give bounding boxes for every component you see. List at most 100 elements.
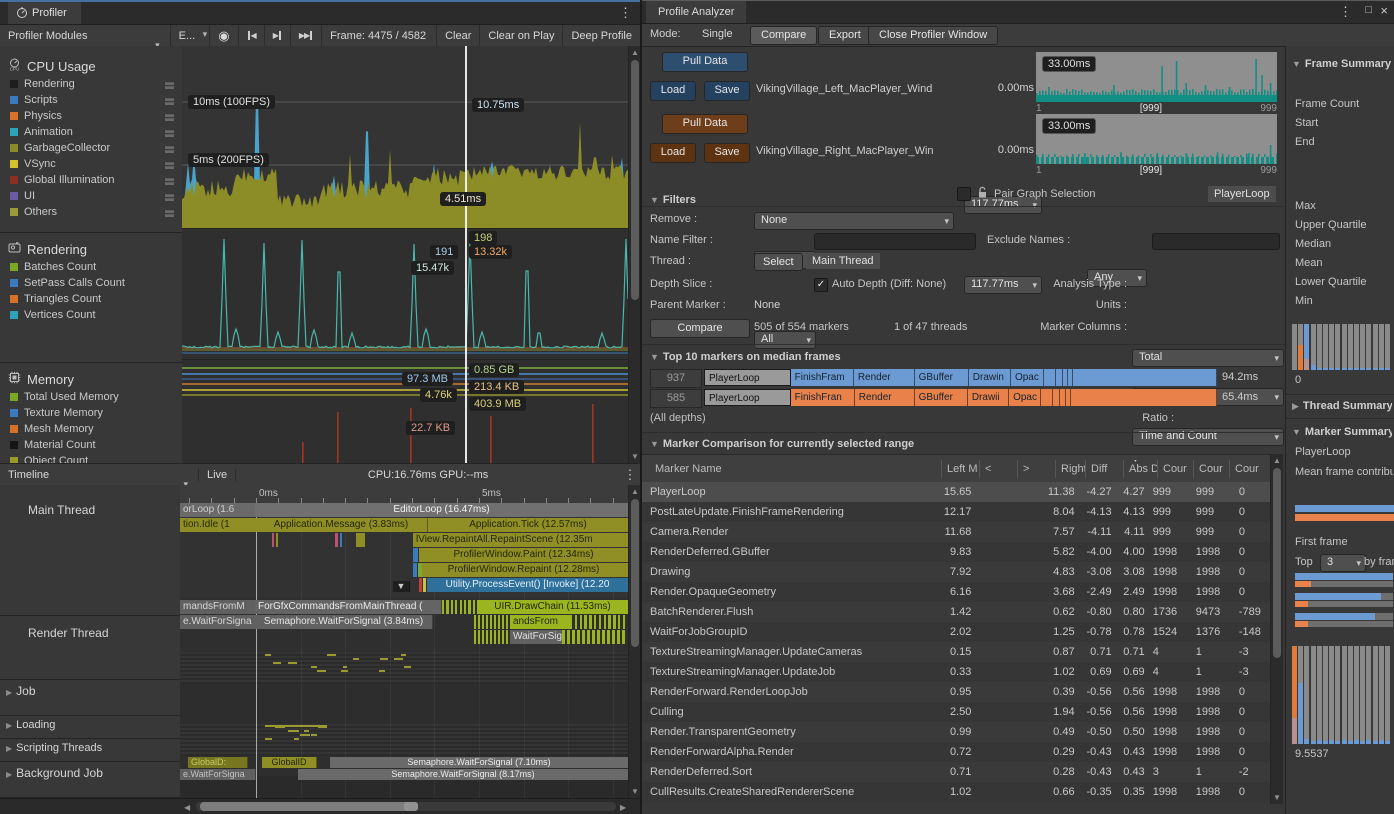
frame-index-box[interactable]: 937 [650, 369, 702, 388]
scroll-thumb[interactable] [1273, 468, 1281, 658]
scroll-down-icon[interactable]: ▼ [629, 787, 640, 796]
timeline-span[interactable]: ProfilerWindow.Paint (12.34ms) [419, 548, 628, 562]
drag-handle-icon[interactable]: ▬▬ [165, 112, 174, 120]
foldout-arrow-icon[interactable]: ▶ [6, 688, 12, 697]
column-header[interactable]: < [979, 460, 1017, 478]
analysis-type-dropdown[interactable]: Total [1132, 349, 1284, 367]
timeline-span[interactable]: mandsFromM [180, 600, 256, 614]
table-row[interactable]: BatchRenderer.Flush 1.42 0.62 -0.80 0.80… [642, 602, 1270, 622]
marker-columns-dropdown[interactable]: Time and Count [1132, 428, 1284, 446]
table-row[interactable]: Render.OpaqueGeometry 6.16 3.68 -2.49 2.… [642, 582, 1270, 602]
column-header[interactable]: Left M [941, 460, 979, 478]
top10-marker-segment[interactable]: Opac [1011, 369, 1044, 386]
drag-handle-icon[interactable]: ▬▬ [165, 192, 174, 200]
comparison-table-header[interactable]: Marker NameLeft M<>RightDiff▼Abs DCourCo… [642, 454, 1271, 484]
top10-marker-segment[interactable]: PlayerLoop [704, 369, 791, 386]
scroll-up-icon[interactable]: ▲ [1271, 456, 1283, 465]
name-filter-input[interactable] [814, 233, 976, 250]
timeline-span[interactable]: EditorLoop (16.47ms) [255, 503, 628, 517]
table-row[interactable]: CullResults.CreateSharedRendererScene 1.… [642, 782, 1270, 802]
top10-marker-segment[interactable] [1073, 369, 1217, 386]
module-item[interactable]: Physics ▬▬ [0, 108, 182, 124]
scroll-up-icon[interactable]: ▲ [629, 48, 640, 57]
module-item[interactable]: GarbageCollector ▬▬ [0, 140, 182, 156]
top10-marker-segment[interactable]: Drawin [969, 369, 1011, 386]
top10-marker-segment[interactable]: Render [855, 389, 915, 406]
profiler-modules-dropdown[interactable]: Profiler Modules [0, 25, 171, 46]
table-row[interactable]: RenderForwardAlpha.Render 0.72 0.29 -0.4… [642, 742, 1270, 762]
timeline-span[interactable]: Semaphore.WaitForSignal (7.10ms) [330, 757, 628, 768]
drag-handle-icon[interactable]: ▬▬ [165, 96, 174, 104]
scroll-thumb[interactable] [200, 802, 415, 811]
column-header[interactable]: Right [1055, 460, 1085, 478]
timeline-span[interactable]: WaitForSig [510, 630, 563, 644]
top10-marker-segment[interactable] [1041, 389, 1053, 406]
tab-profiler[interactable]: Profiler [8, 2, 81, 24]
timeline-span[interactable]: GlobalID [262, 757, 317, 768]
clear-button[interactable]: Clear [437, 25, 480, 46]
top-n-dropdown[interactable]: 3 [1320, 554, 1366, 572]
timeline-span[interactable]: lView.RepaintAll.RepaintScene (12.35m [413, 533, 628, 547]
pull-data-button[interactable]: Pull Data [662, 52, 748, 72]
top10-marker-segment[interactable]: FinishFran [791, 389, 855, 406]
column-header[interactable]: Cour [1157, 460, 1193, 478]
drag-handle-icon[interactable]: ▬▬ [165, 80, 174, 88]
selected-frame-line[interactable] [465, 46, 467, 463]
timeline-span[interactable]: orLoop (1.6 [180, 503, 256, 517]
drag-handle-icon[interactable]: ▬▬ [165, 160, 174, 168]
prev-frame-button[interactable]: ◀ [239, 25, 265, 46]
current-frame-button[interactable]: ▶▶ [291, 25, 322, 46]
top10-section-title[interactable]: ▼Top 10 markers on median frames [650, 351, 841, 363]
scroll-down-icon[interactable]: ▼ [629, 452, 640, 461]
timeline-span[interactable]: UIR.DrawChain (11.53ms) [477, 600, 628, 614]
module-item[interactable]: Global Illumination ▬▬ [0, 172, 182, 188]
timeline-span[interactable]: e.WaitForSigna [180, 615, 256, 629]
table-row[interactable]: TextureStreamingManager.UpdateCameras 0.… [642, 642, 1270, 662]
column-header[interactable]: ▼Abs D [1123, 460, 1157, 478]
top10-marker-segment[interactable] [1056, 369, 1063, 386]
load-button[interactable]: Load [650, 143, 696, 163]
module-title[interactable]: Memory [0, 363, 182, 389]
timeline-thread-row[interactable]: ▶Loading [0, 716, 180, 739]
timeline-vscrollbar[interactable]: ▲ ▼ [628, 485, 640, 798]
timeline-span[interactable]: GlobalD: [188, 757, 248, 768]
timeline-view-dropdown[interactable]: Timeline [0, 469, 199, 481]
module-item[interactable]: Material Count [0, 437, 182, 453]
module-item[interactable]: SetPass Calls Count [0, 275, 182, 291]
analyzer-menu-icon[interactable]: ⋮ [1339, 4, 1352, 20]
timeline-thread-row[interactable]: Main Thread [0, 485, 180, 616]
column-header[interactable]: Cour [1229, 460, 1261, 478]
module-item[interactable]: Total Used Memory [0, 389, 182, 405]
drag-handle-icon[interactable]: ▬▬ [165, 128, 174, 136]
histogram[interactable] [1292, 646, 1394, 744]
timeline-span[interactable]: Utility.ProcessEvent() [Invoke] (12.20 [427, 578, 628, 592]
profiler-window-menu-icon[interactable]: ⋮ [619, 5, 632, 21]
drag-handle-icon[interactable]: ▬▬ [165, 176, 174, 184]
top10-marker-segment[interactable]: GBuffer [915, 369, 969, 386]
top10-marker-segment[interactable]: FinishFram [791, 369, 854, 386]
remove-dropdown[interactable]: None [754, 212, 954, 230]
comparison-table-scrollbar[interactable]: ▲ ▼ [1270, 454, 1283, 804]
foldout-arrow-icon[interactable]: ▶ [6, 721, 12, 730]
module-item[interactable]: Animation ▬▬ [0, 124, 182, 140]
timeline-span[interactable]: e.WaitForSigna [180, 769, 256, 780]
foldout-arrow-icon[interactable]: ▶ [6, 744, 12, 753]
scroll-right-icon[interactable]: ▶ [620, 803, 626, 812]
top10-marker-bar[interactable]: PlayerLoopFinishFranRenderGBufferDrawiiO… [704, 389, 1217, 406]
module-item[interactable]: Triangles Count [0, 291, 182, 307]
column-header[interactable]: > [1017, 460, 1055, 478]
top10-marker-segment[interactable] [1053, 389, 1060, 406]
charts-scrollbar[interactable]: ▲ ▼ [628, 46, 640, 463]
table-row[interactable]: PlayerLoop 15.65 11.38 -4.27 4.27 999 99… [642, 482, 1270, 502]
timeline-thread-row[interactable]: ▶Job [0, 680, 180, 716]
scroll-left-icon[interactable]: ◀ [184, 803, 190, 812]
column-header[interactable]: Cour [1193, 460, 1229, 478]
module-item[interactable]: Scripts ▬▬ [0, 92, 182, 108]
top10-marker-segment[interactable]: Drawii [968, 389, 1009, 406]
table-row[interactable]: RenderDeferred.GBuffer 9.83 5.82 -4.00 4… [642, 542, 1270, 562]
auto-depth-checkbox[interactable]: ✓ [814, 278, 828, 292]
table-row[interactable]: TextureStreamingManager.UpdateJob 0.33 1… [642, 662, 1270, 682]
drag-handle-icon[interactable]: ▬▬ [165, 144, 174, 152]
column-header[interactable]: Diff [1085, 460, 1123, 478]
timeline-span[interactable]: Semaphore.WaitForSignal (3.84ms) [255, 615, 433, 629]
